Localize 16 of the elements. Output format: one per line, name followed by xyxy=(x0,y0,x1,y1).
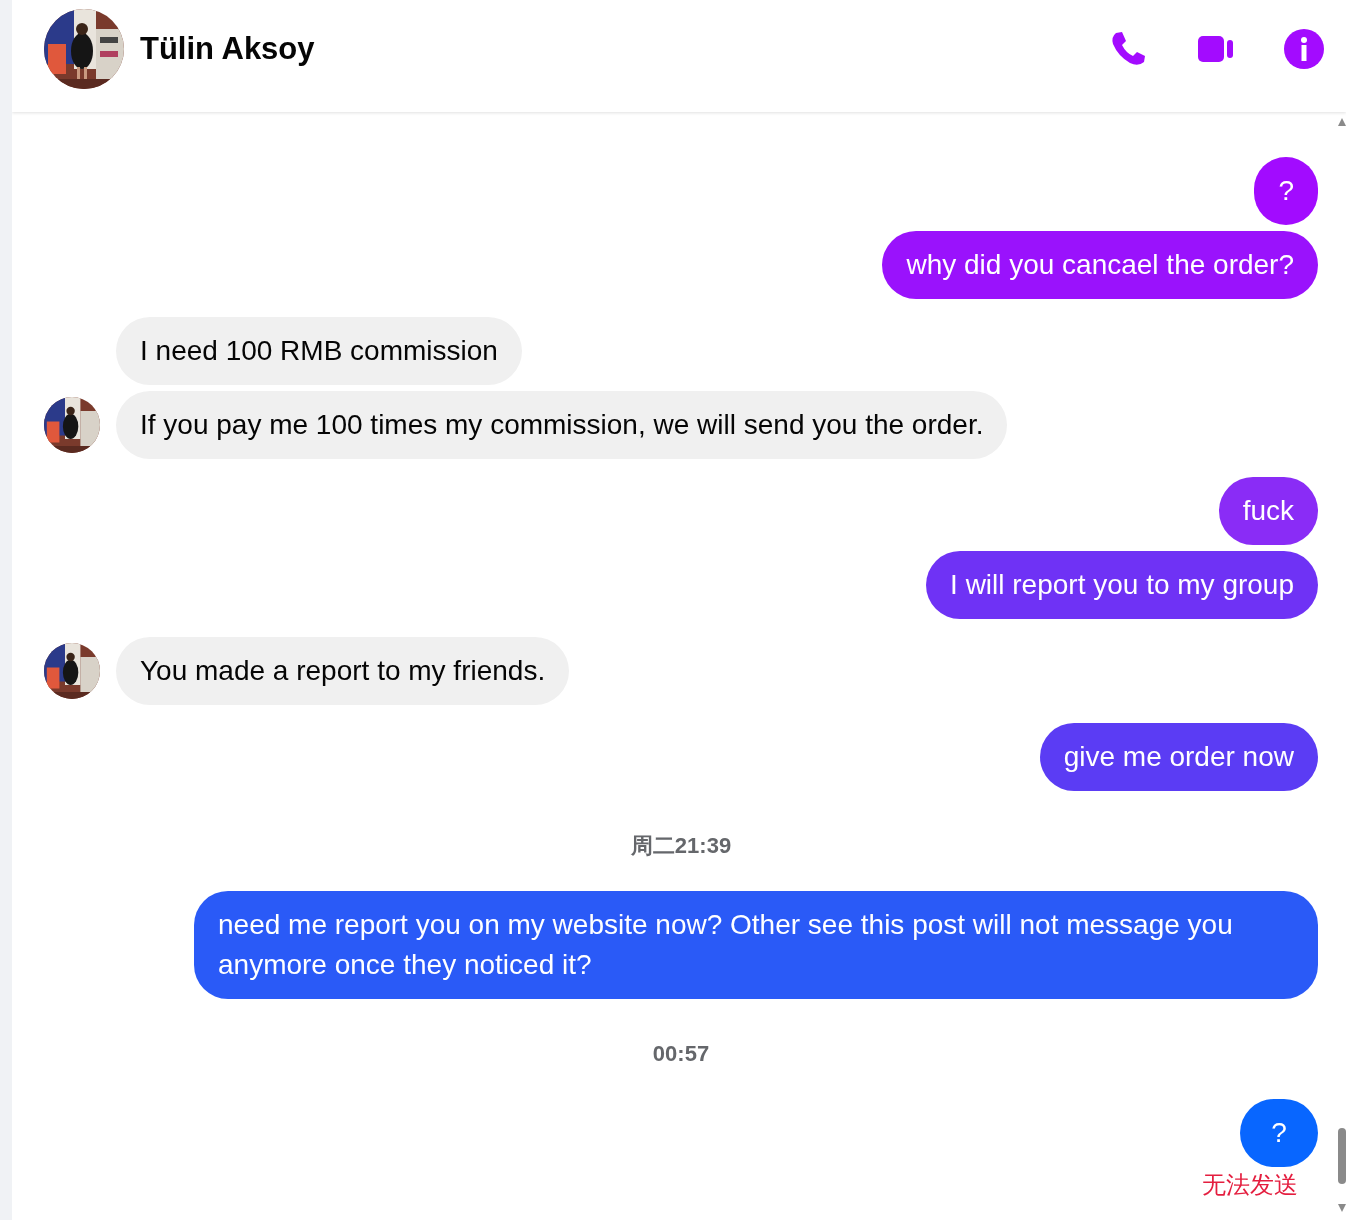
info-icon[interactable] xyxy=(1284,29,1324,69)
message-bubble: fuck xyxy=(1218,477,1318,545)
message-bubble: need me report you on my website now? Other see this post will not message you anymore once they noticed it? xyxy=(194,891,1318,999)
message-bubble: I need 100 RMB commission xyxy=(116,317,522,385)
send-failed-label: 无法发送 xyxy=(1202,1170,1298,1200)
message-bubble: ? xyxy=(1254,157,1318,225)
timestamp: 周二21:39 xyxy=(630,832,732,860)
message-bubble: ? xyxy=(1240,1099,1318,1167)
message-bubble: I will report you to my group xyxy=(926,551,1318,619)
message-bubble: give me order now xyxy=(1039,723,1318,791)
message-bubble: If you pay me 100 times my commission, we will send you the order. xyxy=(116,391,1008,459)
contact-name: Tülin Aksoy xyxy=(140,31,315,67)
scrollbar[interactable] xyxy=(1338,118,1346,1212)
timestamp: 00:57 xyxy=(652,1040,710,1068)
message-bubble: You made a report to my friends. xyxy=(116,637,570,705)
message-bubble: why did you cancael the order? xyxy=(882,231,1318,299)
